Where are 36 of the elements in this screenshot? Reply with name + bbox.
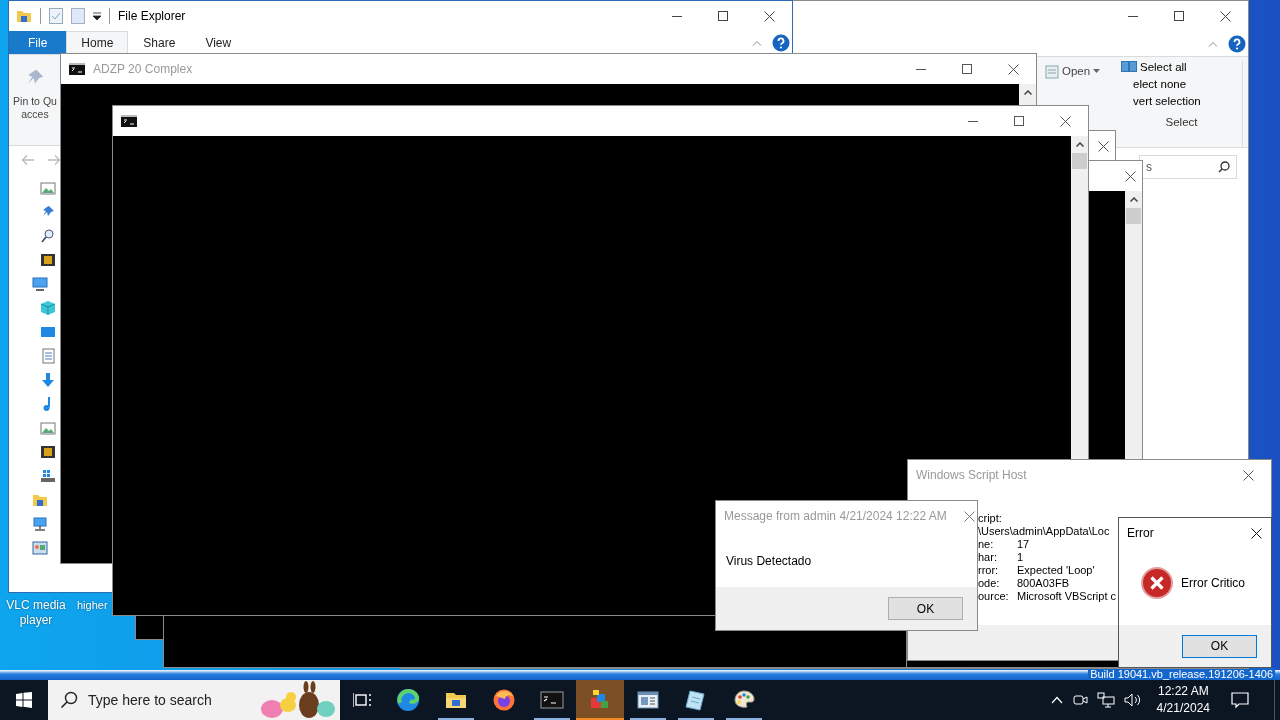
- ribbon-group-label: Select: [1165, 116, 1198, 128]
- ok-button[interactable]: OK: [1182, 634, 1257, 658]
- ok-button[interactable]: OK: [888, 597, 963, 620]
- search-field[interactable]: s: [1139, 155, 1237, 179]
- ribbon-tab[interactable]: Home: [66, 31, 129, 54]
- field-value: 17: [1017, 538, 1030, 551]
- open-button[interactable]: Open: [1062, 65, 1101, 77]
- ribbon-tab[interactable]: Share: [128, 31, 191, 54]
- field-label: cript:: [978, 512, 1002, 525]
- field-value: \Users\admin\AppData\Loc: [978, 525, 1110, 538]
- field-label: rror:: [978, 564, 999, 577]
- field-value: 1: [1017, 551, 1024, 564]
- clock-date: 4/21/2024: [1156, 700, 1210, 717]
- select-none-button[interactable]: elect none: [1121, 78, 1187, 90]
- search-field[interactable]: Type here to search: [88, 692, 248, 708]
- window-title: Error: [1126, 526, 1155, 540]
- pin-to-quick-access-button[interactable]: Pin to Qu acces: [13, 95, 57, 121]
- ribbon-tab[interactable]: View: [190, 31, 247, 54]
- field-label: ode:: [978, 577, 1000, 590]
- clock[interactable]: 12:22 AM 4/21/2024: [1150, 683, 1222, 717]
- field-label: har:: [978, 551, 997, 564]
- ribbon-tab[interactable]: File: [9, 31, 67, 54]
- field-value: Expected 'Loop': [1017, 564, 1095, 577]
- field-value: Microsoft VBScript c: [1017, 590, 1117, 603]
- field-label: ne:: [978, 538, 994, 551]
- field-label: ource:: [978, 590, 1009, 603]
- message-text: Virus Detectado: [726, 554, 812, 568]
- invert-selection-button[interactable]: vert selection: [1121, 95, 1201, 107]
- error-message: Error Critico: [1181, 575, 1245, 590]
- window-title: File Explorer: [117, 9, 187, 23]
- clock-time: 12:22 AM: [1157, 683, 1209, 700]
- select-all-button[interactable]: Select all: [1140, 61, 1187, 73]
- window-title: Windows Script Host: [915, 468, 1028, 482]
- field-value: 800A03FB: [1017, 577, 1069, 590]
- window-title: ADZP 20 Complex: [92, 62, 194, 76]
- window-title: Message from admin 4/21/2024 12:22 AM: [723, 509, 947, 523]
